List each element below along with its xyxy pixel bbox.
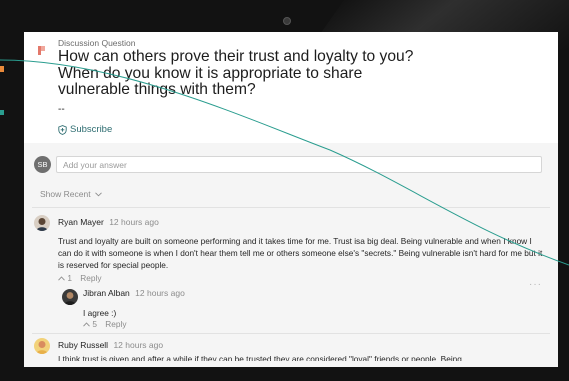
caret-up-icon	[83, 322, 90, 327]
answers-section: SB Show Recent Ryan	[24, 143, 558, 367]
question-panel: Discussion Question How can others prove…	[24, 32, 558, 143]
upvote-button[interactable]: 1	[58, 273, 74, 283]
comment-body: Trust and loyalty are built on someone p…	[58, 236, 543, 271]
webcam-icon	[283, 17, 291, 25]
vote-count: 5	[92, 319, 97, 329]
sort-dropdown[interactable]: Show Recent	[40, 189, 102, 199]
comment-author-line: Ruby Russell 12 hours ago	[58, 340, 163, 350]
comment-author[interactable]: Ruby Russell	[58, 340, 108, 350]
reply-button[interactable]: Reply	[105, 319, 126, 329]
comment-author[interactable]: Ryan Mayer	[58, 217, 104, 227]
more-horizontal-icon[interactable]: ···	[529, 279, 542, 290]
current-user-avatar: SB	[34, 156, 51, 173]
brand-logo-icon	[38, 46, 45, 55]
reply-button[interactable]: Reply	[80, 273, 101, 283]
subscribe-button[interactable]: Subscribe	[58, 124, 112, 135]
comment-author-line: Jibran Alban 12 hours ago	[83, 288, 185, 298]
comment-time: 12 hours ago	[113, 340, 164, 350]
comment-author-line: Ryan Mayer 12 hours ago	[58, 217, 159, 227]
comment-time: 12 hours ago	[135, 288, 185, 298]
avatar	[34, 338, 50, 354]
vote-count: 1	[67, 273, 72, 283]
upvote-button[interactable]: 5	[83, 319, 99, 329]
laptop-device: Discussion Question How can others prove…	[0, 0, 569, 381]
divider	[32, 333, 550, 334]
comment-author[interactable]: Jibran Alban	[83, 288, 130, 298]
question-title: How can others prove their trust and loy…	[58, 48, 414, 98]
user-photo-icon	[34, 338, 50, 354]
caret-up-icon	[58, 276, 65, 281]
avatar	[34, 215, 50, 231]
question-body: --	[58, 104, 65, 115]
shield-plus-icon	[58, 124, 67, 135]
sort-label: Show Recent	[40, 189, 91, 199]
avatar	[62, 289, 78, 305]
user-photo-icon	[34, 215, 50, 231]
comment-actions: 1 Reply	[58, 273, 101, 283]
subscribe-label: Subscribe	[70, 124, 113, 135]
comment-actions: 5 Reply	[83, 319, 126, 329]
divider	[32, 207, 550, 208]
chevron-down-icon	[95, 192, 102, 197]
comment-time: 12 hours ago	[109, 217, 159, 227]
comment-body: I think trust is given and after a while…	[58, 354, 462, 361]
comment-body: I agree :)	[83, 308, 117, 318]
user-photo-icon	[62, 289, 78, 305]
question-kicker: Discussion Question	[58, 38, 136, 48]
answer-input[interactable]	[56, 156, 542, 173]
screen: Discussion Question How can others prove…	[24, 32, 558, 367]
